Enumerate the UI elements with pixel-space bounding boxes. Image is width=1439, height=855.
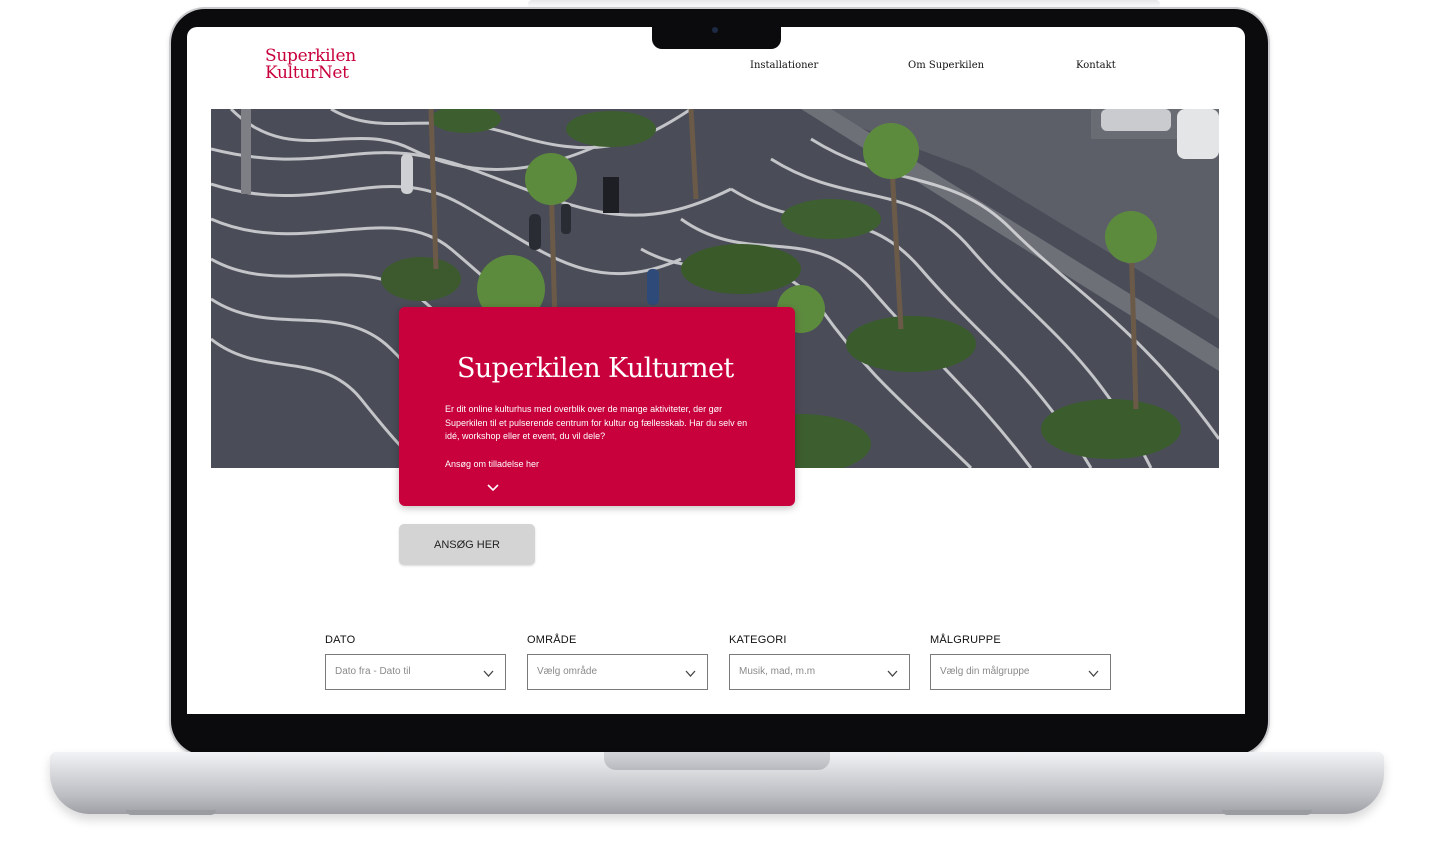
category-placeholder: Musik, mad, m.m	[739, 666, 816, 677]
filter-omraade: OMRÅDE Vælg område	[527, 634, 708, 690]
filter-label-dato: DATO	[325, 634, 356, 646]
date-range-select[interactable]: Dato fra - Dato til	[325, 654, 506, 690]
apply-permission-link[interactable]: Ansøg om tilladelse her	[445, 459, 539, 469]
filter-kategori: KATEGORI Musik, mad, m.m	[729, 634, 910, 690]
laptop-foot-right	[1222, 810, 1312, 815]
site-logo[interactable]: Superkilen KulturNet	[265, 48, 356, 83]
audience-placeholder: Vælg din målgruppe	[940, 666, 1030, 677]
laptop-opening-lip	[604, 752, 830, 770]
filter-label-maalgruppe: MÅLGRUPPE	[930, 634, 1001, 646]
filter-label-kategori: KATEGORI	[729, 634, 787, 646]
chevron-down-icon	[1088, 670, 1099, 677]
filter-maalgruppe: MÅLGRUPPE Vælg din målgruppe	[930, 634, 1111, 690]
chevron-down-icon	[887, 670, 898, 677]
apply-button[interactable]: ANSØG HER	[399, 524, 535, 565]
laptop-foot-left	[126, 810, 216, 815]
nav-installationer[interactable]: Installationer	[750, 60, 818, 71]
nav-kontakt[interactable]: Kontakt	[1076, 60, 1116, 71]
chevron-down-icon[interactable]	[487, 483, 499, 493]
chevron-down-icon	[685, 670, 696, 677]
laptop-top-shine	[528, 0, 1160, 8]
area-placeholder: Vælg område	[537, 666, 598, 677]
hero-card: Superkilen Kulturnet Er dit online kultu…	[399, 307, 795, 506]
camera-icon	[712, 27, 718, 33]
logo-line-2: KulturNet	[265, 63, 349, 83]
chevron-down-icon	[483, 670, 494, 677]
website-screen: Superkilen KulturNet Installationer Om S…	[187, 27, 1245, 714]
filter-dato: DATO Dato fra - Dato til	[325, 634, 506, 690]
filter-label-omraade: OMRÅDE	[527, 634, 577, 646]
nav-om-superkilen[interactable]: Om Superkilen	[908, 60, 984, 71]
hero-title: Superkilen Kulturnet	[457, 353, 734, 384]
laptop-notch	[652, 27, 781, 49]
area-select[interactable]: Vælg område	[527, 654, 708, 690]
hero-description: Er dit online kulturhus med overblik ove…	[445, 404, 748, 442]
category-select[interactable]: Musik, mad, m.m	[729, 654, 910, 690]
date-range-placeholder: Dato fra - Dato til	[335, 666, 411, 677]
audience-select[interactable]: Vælg din målgruppe	[930, 654, 1111, 690]
